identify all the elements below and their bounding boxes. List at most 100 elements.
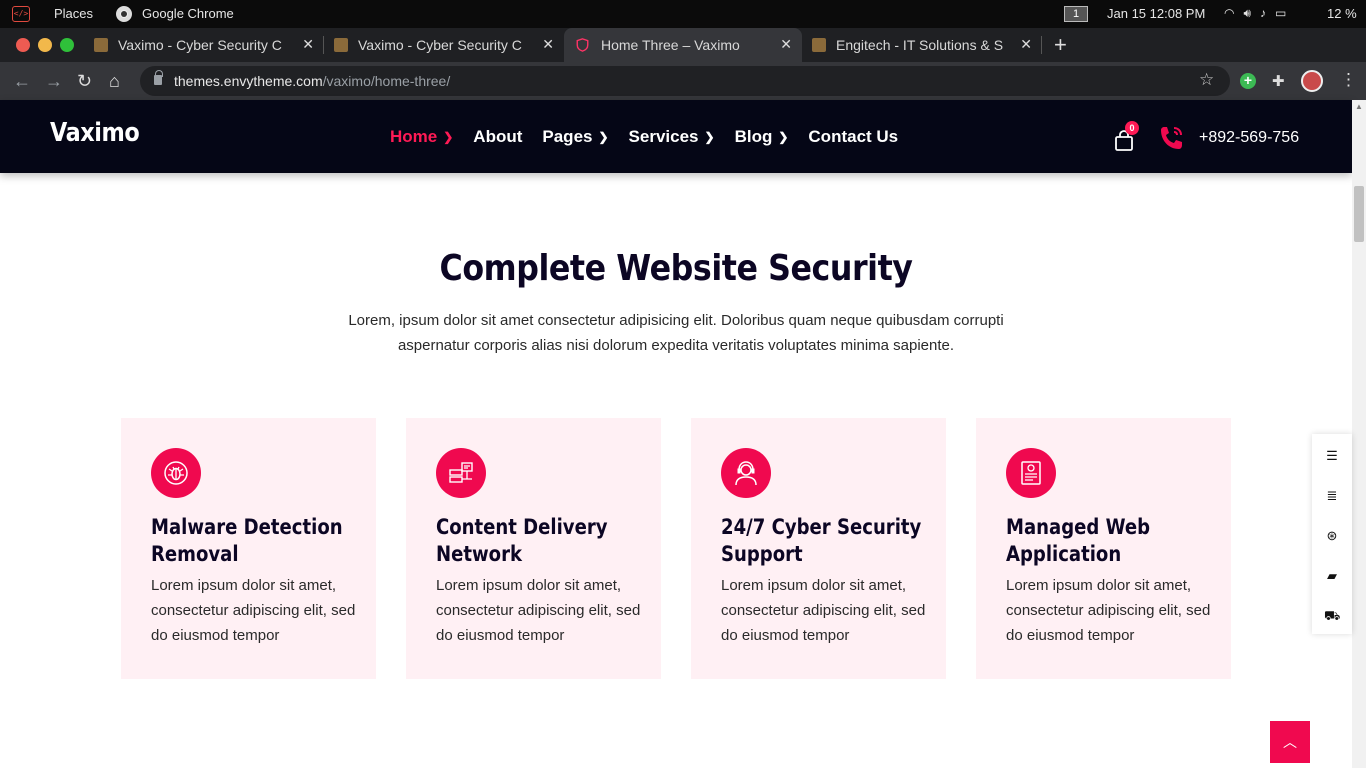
- tab-1[interactable]: Vaximo - Cyber Security C ✕: [84, 28, 324, 62]
- lock-icon: [154, 70, 163, 85]
- site-logo[interactable]: Vaximo: [50, 118, 140, 148]
- favicon-icon: [334, 38, 348, 52]
- extension-add-icon[interactable]: +: [1240, 73, 1256, 89]
- reload-icon[interactable]: ↻: [77, 71, 92, 92]
- new-tab-button[interactable]: +: [1054, 32, 1067, 58]
- system-tray[interactable]: ◠ 🔊︎ ♪ ▭: [1224, 6, 1286, 21]
- places-menu[interactable]: Places: [54, 6, 93, 21]
- bookmark-star-icon[interactable]: ☆: [1199, 70, 1214, 90]
- phone-number[interactable]: +892-569-756: [1199, 129, 1299, 147]
- card-text: Lorem ipsum dolor sit amet, consectetur …: [1006, 577, 1211, 644]
- lifebuoy-icon[interactable]: ⊛: [1324, 528, 1340, 544]
- nav-label: Home: [390, 127, 438, 146]
- list-icon[interactable]: ≣: [1324, 488, 1340, 504]
- url-path: /vaximo/home-three/: [322, 73, 451, 89]
- back-to-top-button[interactable]: ︿: [1270, 721, 1310, 763]
- nav-item-pages[interactable]: Pages ❯: [542, 127, 608, 147]
- service-card[interactable]: Content Delivery Network Lorem ipsum dol…: [406, 418, 661, 679]
- favicon-icon: [812, 38, 826, 52]
- nav-item-home[interactable]: Home ❯: [390, 127, 453, 147]
- close-tab-icon[interactable]: ✕: [1020, 36, 1032, 53]
- cart-icon[interactable]: ⛟: [1324, 608, 1340, 624]
- tab-2[interactable]: Vaximo - Cyber Security C ✕: [324, 28, 564, 62]
- tab-3-active[interactable]: Home Three – Vaximo ✕: [564, 28, 802, 62]
- address-bar[interactable]: themes.envytheme.com/vaximo/home-three/: [140, 66, 1230, 96]
- nav-item-blog[interactable]: Blog ❯: [735, 127, 789, 147]
- close-window-button[interactable]: [16, 38, 30, 52]
- browser-menu-icon[interactable]: ⋮: [1340, 70, 1357, 90]
- minimize-window-button[interactable]: [38, 38, 52, 52]
- extensions-puzzle-icon[interactable]: ✚: [1272, 72, 1285, 90]
- shield-icon: [576, 38, 589, 52]
- bug-icon: [151, 448, 201, 498]
- nav-item-contact[interactable]: Contact Us: [808, 127, 898, 147]
- home-icon[interactable]: ⌂: [109, 71, 120, 92]
- tab-4[interactable]: Engitech - IT Solutions & S ✕: [802, 28, 1042, 62]
- card-text: Lorem ipsum dolor sit amet, consectetur …: [721, 577, 926, 644]
- card-text: Lorem ipsum dolor sit amet, consectetur …: [151, 577, 356, 644]
- chevron-right-icon: ❯: [704, 130, 715, 144]
- close-tab-icon[interactable]: ✕: [302, 36, 314, 53]
- url-host: themes.envytheme.com: [174, 73, 323, 89]
- card-title[interactable]: Malware Detection Removal: [151, 514, 357, 568]
- maximize-window-button[interactable]: [60, 38, 74, 52]
- site-header: Vaximo Home ❯ About Pages ❯ Services ❯ Blog…: [0, 100, 1352, 173]
- nav-item-about[interactable]: About: [473, 127, 522, 147]
- favicon-icon: [94, 38, 108, 52]
- card-title[interactable]: Content Delivery Network: [436, 514, 642, 568]
- window-controls: [16, 38, 74, 52]
- chevron-right-icon: ❯: [778, 130, 789, 144]
- battery-icon: ▭: [1275, 6, 1287, 20]
- support-agent-icon: [721, 448, 771, 498]
- nav-item-services[interactable]: Services ❯: [629, 127, 715, 147]
- card-title[interactable]: 24/7 Cyber Security Support: [721, 514, 927, 568]
- profile-avatar[interactable]: [1301, 70, 1323, 92]
- cart-count-badge: 0: [1125, 121, 1139, 135]
- workspace-indicator[interactable]: 1: [1064, 6, 1088, 22]
- nav-label: Services: [628, 127, 699, 146]
- tab-title: Vaximo - Cyber Security C: [358, 37, 522, 53]
- nav-label: Blog: [734, 127, 773, 146]
- chevron-right-icon: ❯: [598, 130, 609, 144]
- section-description: Lorem, ipsum dolor sit amet consectetur …: [348, 312, 1004, 354]
- main-nav: Home ❯ About Pages ❯ Services ❯ Blog ❯ Conta…: [390, 127, 918, 147]
- server-icon: [436, 448, 486, 498]
- os-top-bar: </> Places Google Chrome 1 Jan 15 12:08 …: [0, 0, 1366, 28]
- section-title: Complete Website Security: [439, 248, 913, 289]
- close-tab-icon[interactable]: ✕: [780, 36, 792, 53]
- side-toolbar: ☰ ≣ ⊛ ▰ ⛟: [1312, 434, 1352, 634]
- tab-title: Home Three – Vaximo: [601, 37, 740, 53]
- tab-divider: [1041, 36, 1042, 54]
- scroll-up-icon[interactable]: ▲: [1355, 102, 1363, 111]
- nav-label: Pages: [542, 127, 593, 146]
- service-card[interactable]: Malware Detection Removal Lorem ipsum do…: [121, 418, 376, 679]
- tab-title: Vaximo - Cyber Security C: [118, 37, 282, 53]
- page-scrollbar[interactable]: ▲: [1352, 100, 1366, 768]
- close-tab-icon[interactable]: ✕: [542, 36, 554, 53]
- book-icon[interactable]: ▰: [1324, 568, 1340, 584]
- card-title[interactable]: Managed Web Application: [1006, 514, 1212, 568]
- phone-icon: [1161, 127, 1182, 149]
- back-icon[interactable]: ←: [13, 71, 31, 92]
- forward-icon[interactable]: →: [45, 71, 63, 92]
- clock[interactable]: Jan 15 12:08 PM: [1107, 6, 1205, 21]
- browser-toolbar: ← → ↻ ⌂ themes.envytheme.com/vaximo/home…: [0, 62, 1366, 100]
- nav-label: Contact Us: [808, 127, 899, 146]
- chevron-up-icon: ︿: [1283, 734, 1297, 750]
- card-text: Lorem ipsum dolor sit amet, consectetur …: [436, 577, 641, 644]
- chrome-icon: [116, 6, 132, 22]
- code-app-icon[interactable]: </>: [12, 6, 30, 22]
- volume-icon: 🔊︎: [1243, 6, 1252, 20]
- battery-level: 12 %: [1327, 6, 1357, 21]
- web-app-icon: [1006, 448, 1056, 498]
- scrollbar-thumb[interactable]: [1354, 186, 1364, 242]
- tab-strip: Vaximo - Cyber Security C ✕ Vaximo - Cyb…: [0, 28, 1366, 62]
- active-app-label[interactable]: Google Chrome: [142, 6, 234, 21]
- chevron-right-icon: ❯: [443, 130, 454, 144]
- wifi-icon: ◠: [1224, 6, 1235, 20]
- align-left-icon[interactable]: ☰: [1324, 448, 1340, 464]
- service-card[interactable]: 24/7 Cyber Security Support Lorem ipsum …: [691, 418, 946, 679]
- tab-title: Engitech - IT Solutions & S: [836, 37, 1004, 53]
- nav-label: About: [473, 127, 523, 146]
- service-card[interactable]: Managed Web Application Lorem ipsum dolo…: [976, 418, 1231, 679]
